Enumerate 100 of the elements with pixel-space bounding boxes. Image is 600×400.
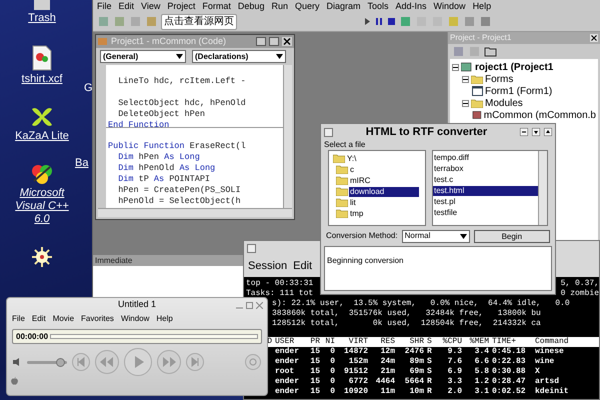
- image-file-icon: [31, 45, 53, 71]
- window-menu-button[interactable]: [247, 244, 256, 252]
- minimize-button[interactable]: [256, 37, 266, 46]
- code-line: hPen = CreatePen(PS_SOLI: [117, 185, 241, 195]
- file-name[interactable]: test.c: [433, 175, 538, 185]
- menu-item[interactable]: Help: [156, 313, 173, 325]
- menu-item[interactable]: Add-Ins: [396, 1, 427, 11]
- tree-item[interactable]: Form1 (Form1): [485, 84, 552, 98]
- vertical-scrollbar[interactable]: [283, 65, 292, 208]
- folder-item[interactable]: lit: [349, 198, 357, 208]
- horizontal-scrollbar[interactable]: [98, 208, 292, 217]
- menu-item[interactable]: Window: [120, 313, 150, 325]
- expander-icon[interactable]: [462, 100, 469, 106]
- tree-item[interactable]: Forms: [485, 72, 514, 86]
- terminal-line: 128512k total, 0k used, 128504k free, 214332k ca: [272, 319, 541, 328]
- menu-item[interactable]: Window: [434, 1, 466, 11]
- close-icon[interactable]: [590, 34, 598, 42]
- table-cell-text: 9.3: [446, 347, 462, 357]
- menu-item[interactable]: Run: [271, 1, 288, 11]
- file-name[interactable]: test.html: [433, 186, 538, 196]
- folder-item[interactable]: tmp: [349, 208, 364, 218]
- table-cell-text: 89m: [408, 357, 424, 367]
- desktop-icon-label[interactable]: tshirt.xcf: [22, 73, 62, 86]
- folder-item[interactable]: download: [349, 186, 419, 196]
- method-combo[interactable]: Normal: [402, 230, 470, 242]
- skip-end-icon[interactable]: [186, 353, 204, 371]
- column-header: %CPU: [442, 337, 462, 347]
- begin-button[interactable]: Begin: [474, 230, 550, 242]
- skip-back-icon[interactable]: [72, 353, 90, 371]
- stop-icon[interactable]: [387, 16, 396, 27]
- pane-title: Immediate: [95, 255, 132, 266]
- menu-item[interactable]: Project: [167, 1, 196, 11]
- pause-icon[interactable]: [375, 16, 384, 27]
- menu-item[interactable]: Query: [294, 1, 320, 11]
- window-title: Project1 - mCommon (Code): [111, 34, 228, 48]
- folder-item[interactable]: Y:\: [346, 154, 358, 164]
- shade-icon[interactable]: [544, 128, 552, 136]
- maximize-button[interactable]: [269, 37, 279, 46]
- menu-item[interactable]: Diagram: [326, 1, 360, 11]
- fast-forward-icon[interactable]: [157, 350, 181, 374]
- desktop-icon-label[interactable]: Ba: [75, 155, 88, 172]
- menu-item[interactable]: Edit: [118, 1, 134, 11]
- timeline-bar[interactable]: 00:00:00: [12, 329, 262, 344]
- menu-item[interactable]: Format: [202, 1, 231, 11]
- code-line: SelectObject hdc, hPenOld: [117, 98, 246, 108]
- menu-item[interactable]: Session: [248, 258, 288, 274]
- column-header: RES: [380, 337, 395, 347]
- rewind-icon[interactable]: [95, 350, 119, 374]
- tree-item[interactable]: Modules: [485, 96, 523, 110]
- vertical-scrollbar[interactable]: [538, 151, 547, 225]
- column-header: USER: [275, 337, 296, 347]
- expander-icon[interactable]: [462, 76, 469, 82]
- file-name[interactable]: testfile: [433, 208, 538, 218]
- menu-item[interactable]: Help: [472, 1, 492, 11]
- volume-slider[interactable]: [27, 360, 67, 364]
- menu-item[interactable]: Edit: [293, 258, 312, 274]
- column-header: %MEM: [468, 337, 489, 347]
- table-cell-text: 0: [329, 357, 335, 367]
- file-name[interactable]: tempo.diff: [433, 153, 538, 163]
- desktop-icon-label[interactable]: G: [84, 80, 93, 96]
- folder-item[interactable]: c: [349, 164, 355, 174]
- file-name[interactable]: test.pl: [433, 197, 538, 207]
- folder-icon[interactable]: [484, 45, 497, 58]
- toolbar-button[interactable]: 点击查看源网页: [161, 14, 237, 30]
- folder-icon: [336, 198, 348, 207]
- table-cell-text: 11m: [380, 387, 395, 397]
- desktop-icon-label[interactable]: Trash: [28, 12, 56, 25]
- menu-item[interactable]: Tools: [368, 1, 389, 11]
- play-icon[interactable]: [363, 16, 372, 27]
- menu-item[interactable]: Favorites: [81, 313, 114, 325]
- code-editor[interactable]: [106, 65, 283, 208]
- menu-item[interactable]: Edit: [32, 313, 46, 325]
- file-name[interactable]: terrabox: [433, 164, 538, 174]
- circle-button-icon[interactable]: [245, 354, 261, 370]
- menu-item[interactable]: Debug: [238, 1, 264, 11]
- desktop-icon-label[interactable]: Microsoft Visual C++ 6.0: [14, 187, 70, 226]
- minimize-icon[interactable]: [520, 128, 528, 136]
- volume-thumb[interactable]: [56, 358, 65, 366]
- expander-icon[interactable]: [452, 64, 459, 70]
- tree-item[interactable]: mCommon (mCommon.b: [484, 108, 596, 122]
- menu-item[interactable]: File: [97, 1, 112, 11]
- procedure-combo[interactable]: (Declarations): [192, 50, 286, 63]
- maximize-icon[interactable]: [532, 128, 540, 136]
- folder-list[interactable]: Y:\ c mIRC download lit tmp: [328, 150, 426, 226]
- menu-item[interactable]: File: [12, 313, 25, 325]
- menu-item[interactable]: Movie: [52, 313, 74, 325]
- file-list[interactable]: tempo.diff terrabox test.c test.html test.pl testfile: [432, 150, 548, 226]
- folder-item[interactable]: mIRC: [349, 176, 372, 186]
- close-icon[interactable]: [282, 37, 292, 46]
- table-cell-text: 0:30.88: [492, 367, 527, 377]
- window-menu-button[interactable]: [324, 128, 333, 136]
- field-label: Conversion Method:: [326, 230, 398, 242]
- menu-item[interactable]: View: [141, 1, 160, 11]
- desktop-icon-label[interactable]: KaZaA Lite: [15, 130, 69, 143]
- table-cell-text: root: [275, 367, 296, 377]
- tree-item[interactable]: roject1 (Project1: [475, 60, 554, 74]
- column-header: NI: [324, 337, 335, 347]
- visual-cpp-logo-icon: [30, 163, 54, 185]
- object-combo[interactable]: (General): [100, 50, 186, 63]
- column-header: D: [266, 337, 272, 347]
